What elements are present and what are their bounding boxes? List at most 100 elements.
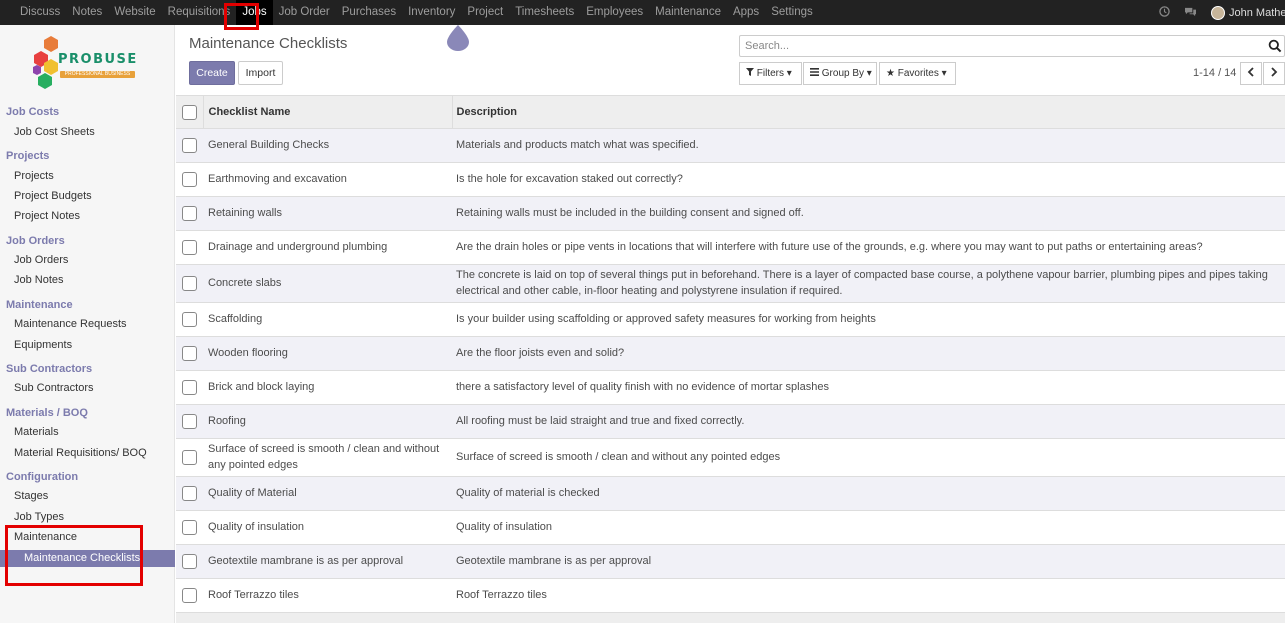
table-row[interactable]: Scaffolding Is your builder using scaffo… <box>176 302 1285 337</box>
nav-maintenance[interactable]: Maintenance <box>649 0 727 25</box>
nav-discuss[interactable]: Discuss <box>14 0 66 25</box>
checklist-name-cell[interactable]: Roofing <box>203 404 452 439</box>
checklist-name-cell[interactable]: Concrete slabs <box>203 264 452 303</box>
description-cell[interactable]: Retaining walls must be included in the … <box>452 196 1285 231</box>
checklist-name-cell[interactable]: Drainage and underground plumbing <box>203 230 452 265</box>
nav-purchases[interactable]: Purchases <box>336 0 402 25</box>
checklist-name-cell[interactable]: Brick and block laying <box>203 370 452 405</box>
description-cell[interactable]: Is the hole for excavation staked out co… <box>452 162 1285 197</box>
checklist-name-cell[interactable]: Retaining walls <box>203 196 452 231</box>
pager-value[interactable]: 1-14 / 14 <box>1193 67 1236 79</box>
row-checkbox[interactable] <box>182 275 197 291</box>
table-row[interactable]: Concrete slabs The concrete is laid on t… <box>176 264 1285 303</box>
table-row[interactable]: Roof Terrazzo tiles Roof Terrazzo tiles <box>176 578 1285 613</box>
checklist-name-cell[interactable]: Wooden flooring <box>203 336 452 371</box>
checklist-name-cell[interactable]: Quality of Material <box>203 476 452 511</box>
select-all-checkbox[interactable] <box>182 104 197 120</box>
nav-employees[interactable]: Employees <box>580 0 649 25</box>
table-row[interactable]: Earthmoving and excavation Is the hole f… <box>176 162 1285 197</box>
nav-timesheets[interactable]: Timesheets <box>509 0 580 25</box>
column-header-description[interactable]: Description <box>452 95 1285 129</box>
clock-icon[interactable] <box>1159 5 1170 20</box>
description-cell[interactable]: Roof Terrazzo tiles <box>452 578 1285 613</box>
table-row[interactable]: Surface of screed is smooth / clean and … <box>176 438 1285 477</box>
table-row[interactable]: Roofing All roofing must be laid straigh… <box>176 404 1285 439</box>
group-by-button[interactable]: Group By ▾ <box>803 62 877 85</box>
checklist-name-cell[interactable]: Quality of insulation <box>203 510 452 545</box>
sidebar-item-job-cost-sheets[interactable]: Job Cost Sheets <box>14 126 95 138</box>
sidebar-item-project-notes[interactable]: Project Notes <box>14 210 80 222</box>
create-button[interactable]: Create <box>189 61 235 85</box>
description-cell[interactable]: Materials and products match what was sp… <box>452 128 1285 163</box>
description-cell[interactable]: Geotextile mambrane is as per approval <box>452 544 1285 579</box>
column-header-checklist-name[interactable]: Checklist Name <box>203 95 453 129</box>
table-row[interactable]: Quality of insulation Quality of insulat… <box>176 510 1285 545</box>
row-checkbox[interactable] <box>182 553 197 569</box>
sidebar-item-job-types[interactable]: Job Types <box>14 511 64 523</box>
table-row[interactable]: Brick and block laying there a satisfact… <box>176 370 1285 405</box>
sidebar-item-equipments[interactable]: Equipments <box>14 339 72 351</box>
row-checkbox[interactable] <box>182 449 197 465</box>
sidebar-item-stages[interactable]: Stages <box>14 490 48 502</box>
pager-previous-button[interactable] <box>1240 62 1262 85</box>
description-cell[interactable]: Surface of screed is smooth / clean and … <box>452 438 1285 477</box>
table-row[interactable]: Retaining walls Retaining walls must be … <box>176 196 1285 231</box>
description-cell[interactable]: Are the drain holes or pipe vents in loc… <box>452 230 1285 265</box>
row-checkbox[interactable] <box>182 485 197 501</box>
sidebar-item-maintenance-checklists[interactable]: Maintenance Checklists <box>0 550 175 567</box>
nav-notes[interactable]: Notes <box>66 0 108 25</box>
row-checkbox[interactable] <box>182 519 197 535</box>
sidebar-item-job-orders[interactable]: Job Orders <box>14 254 68 266</box>
description-cell[interactable]: Are the floor joists even and solid? <box>452 336 1285 371</box>
checklist-name-cell[interactable]: Earthmoving and excavation <box>203 162 452 197</box>
row-checkbox[interactable] <box>182 345 197 361</box>
sidebar-item-job-notes[interactable]: Job Notes <box>14 274 64 286</box>
row-checkbox[interactable] <box>182 379 197 395</box>
table-row[interactable]: Quality of Material Quality of material … <box>176 476 1285 511</box>
sidebar-item-projects[interactable]: Projects <box>14 170 54 182</box>
table-row[interactable]: Geotextile mambrane is as per approval G… <box>176 544 1285 579</box>
pager-next-button[interactable] <box>1263 62 1285 85</box>
sidebar-item-sub-contractors[interactable]: Sub Contractors <box>14 382 93 394</box>
checklist-name-cell[interactable]: Surface of screed is smooth / clean and … <box>203 438 452 477</box>
import-button[interactable]: Import <box>238 61 283 85</box>
search-input[interactable] <box>740 36 1240 56</box>
description-cell[interactable]: there a satisfactory level of quality fi… <box>452 370 1285 405</box>
row-checkbox[interactable] <box>182 311 197 327</box>
row-checkbox[interactable] <box>182 587 197 603</box>
checklist-name-cell[interactable]: Roof Terrazzo tiles <box>203 578 452 613</box>
sidebar-item-maintenance-requests[interactable]: Maintenance Requests <box>14 318 127 330</box>
chat-icon[interactable] <box>1184 6 1197 20</box>
sidebar-item-maintenance-config[interactable]: Maintenance <box>14 531 77 543</box>
description-cell[interactable]: Is your builder using scaffolding or app… <box>452 302 1285 337</box>
nav-inventory[interactable]: Inventory <box>402 0 461 25</box>
table-row[interactable]: Wooden flooring Are the floor joists eve… <box>176 336 1285 371</box>
row-checkbox[interactable] <box>182 413 197 429</box>
search-icon[interactable] <box>1268 39 1282 53</box>
nav-jobs[interactable]: Jobs <box>236 0 273 25</box>
description-cell[interactable]: Quality of insulation <box>452 510 1285 545</box>
table-row[interactable]: General Building Checks Materials and pr… <box>176 128 1285 163</box>
table-row[interactable]: Drainage and underground plumbing Are th… <box>176 230 1285 265</box>
checklist-name-cell[interactable]: General Building Checks <box>203 128 452 163</box>
nav-apps[interactable]: Apps <box>727 0 765 25</box>
row-checkbox[interactable] <box>182 205 197 221</box>
checklist-name-cell[interactable]: Geotextile mambrane is as per approval <box>203 544 452 579</box>
checklist-name-cell[interactable]: Scaffolding <box>203 302 452 337</box>
nav-job-order[interactable]: Job Order <box>273 0 336 25</box>
sidebar-item-materials[interactable]: Materials <box>14 426 59 438</box>
avatar[interactable] <box>1211 5 1225 20</box>
description-cell[interactable]: The concrete is laid on top of several t… <box>452 264 1285 303</box>
nav-project[interactable]: Project <box>461 0 509 25</box>
user-name[interactable]: John Mathew <box>1229 7 1285 19</box>
nav-settings[interactable]: Settings <box>765 0 819 25</box>
row-checkbox[interactable] <box>182 171 197 187</box>
sidebar-item-project-budgets[interactable]: Project Budgets <box>14 190 92 202</box>
nav-requisitions[interactable]: Requisitions <box>162 0 237 25</box>
description-cell[interactable]: Quality of material is checked <box>452 476 1285 511</box>
favorites-button[interactable]: ★ Favorites ▾ <box>879 62 956 85</box>
description-cell[interactable]: All roofing must be laid straight and tr… <box>452 404 1285 439</box>
row-checkbox[interactable] <box>182 137 197 153</box>
row-checkbox[interactable] <box>182 239 197 255</box>
nav-website[interactable]: Website <box>108 0 161 25</box>
